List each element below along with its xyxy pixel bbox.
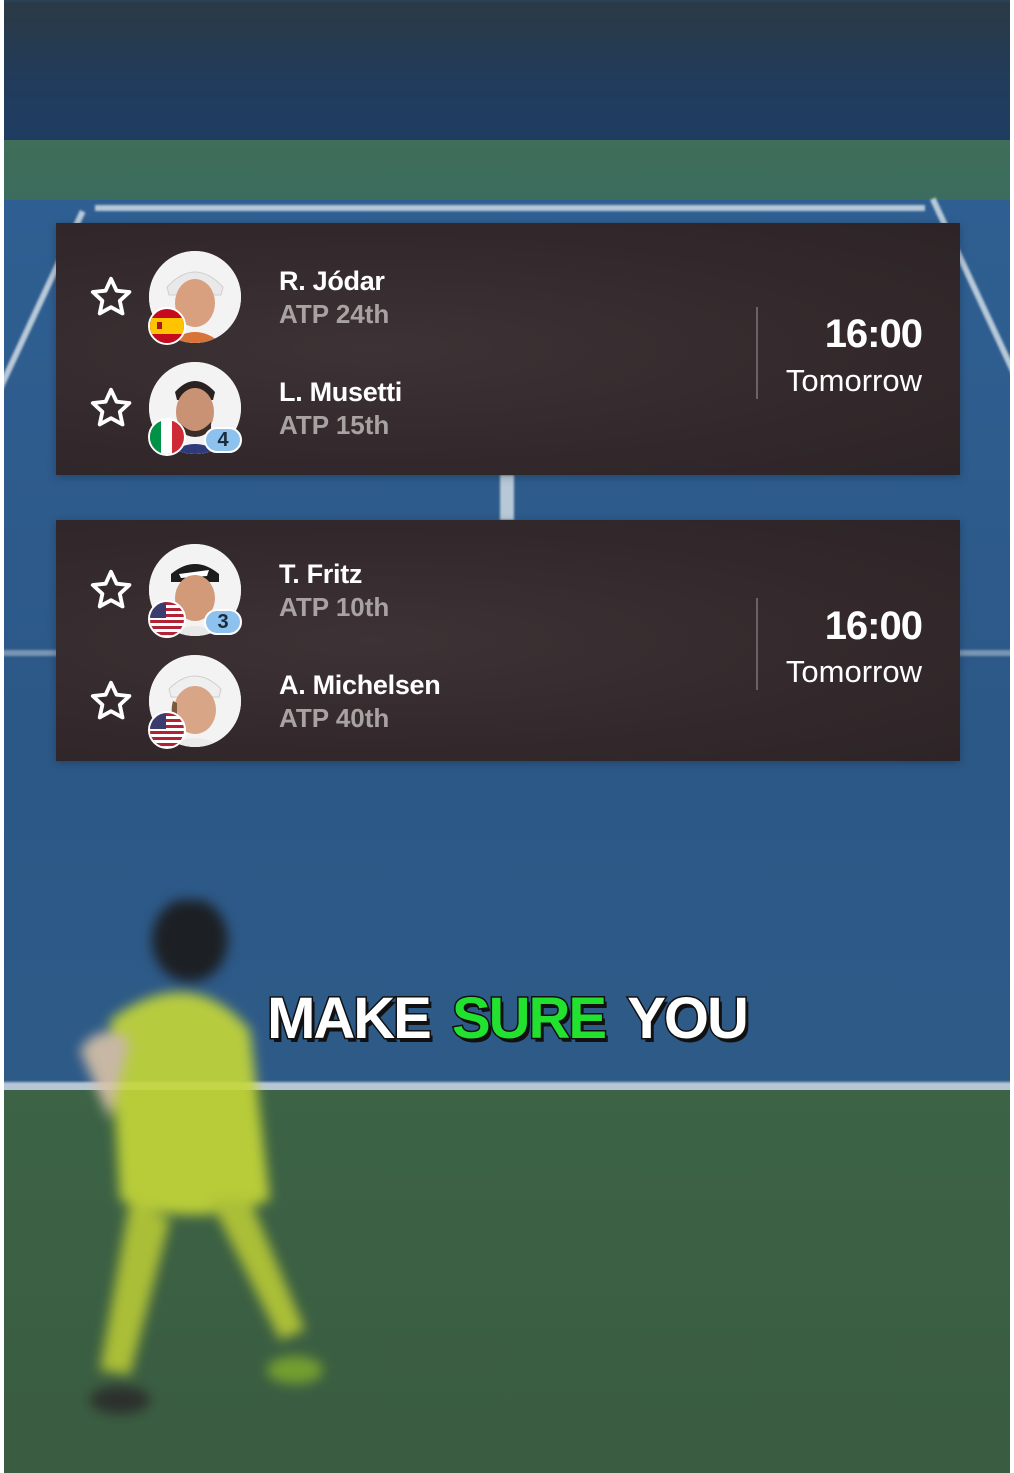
- match-time: 16:00: [824, 312, 923, 356]
- player-rank: ATP 10th: [279, 592, 390, 622]
- court-baseline-far: [95, 205, 925, 211]
- caption-word: MAKE: [266, 985, 434, 1053]
- usa-flag-icon: [148, 711, 186, 749]
- player-rank: ATP 15th: [279, 410, 390, 440]
- card-divider: [756, 598, 758, 690]
- frame-edge-right: [1010, 0, 1014, 1473]
- seed-badge: 4: [204, 427, 242, 453]
- star-outline-icon[interactable]: [88, 274, 134, 320]
- player-row: 4 L. Musetti ATP 15th: [56, 360, 756, 460]
- player-row: 3 T. Fritz ATP 10th: [56, 542, 756, 642]
- player-row: R. Jódar ATP 24th: [56, 249, 756, 349]
- caption-word-highlighted: SURE: [450, 985, 608, 1053]
- player-rank: ATP 24th: [279, 299, 390, 329]
- court-center-mark: [500, 475, 514, 520]
- player-row: A. Michelsen ATP 40th: [56, 653, 756, 753]
- match-card[interactable]: 3 T. Fritz ATP 10th A. Michelsen ATP 40t…: [56, 520, 960, 761]
- player-name: L. Musetti: [279, 377, 402, 407]
- subtitle-caption: MAKE SURE YOU: [0, 985, 1014, 1053]
- player-name: T. Fritz: [279, 559, 363, 589]
- star-outline-icon[interactable]: [88, 385, 134, 431]
- match-day: Tomorrow: [785, 363, 922, 398]
- frame-edge-left: [0, 0, 4, 1473]
- spain-flag-icon: [148, 307, 186, 345]
- caption-word: YOU: [626, 985, 751, 1053]
- match-day: Tomorrow: [785, 654, 922, 689]
- player-rank: ATP 40th: [279, 703, 390, 733]
- player-name: R. Jódar: [279, 266, 385, 296]
- stadium-stands: [0, 0, 1014, 150]
- card-divider: [756, 307, 758, 399]
- match-time: 16:00: [824, 604, 923, 648]
- star-outline-icon[interactable]: [88, 678, 134, 724]
- italy-flag-icon: [148, 418, 186, 456]
- player-figure: [80, 900, 323, 1414]
- player-name: A. Michelsen: [279, 670, 441, 700]
- usa-flag-icon: [148, 600, 186, 638]
- star-outline-icon[interactable]: [88, 567, 134, 613]
- match-card[interactable]: R. Jódar ATP 24th 4 L. Musetti ATP 15th …: [56, 223, 960, 475]
- seed-badge: 3: [204, 609, 242, 635]
